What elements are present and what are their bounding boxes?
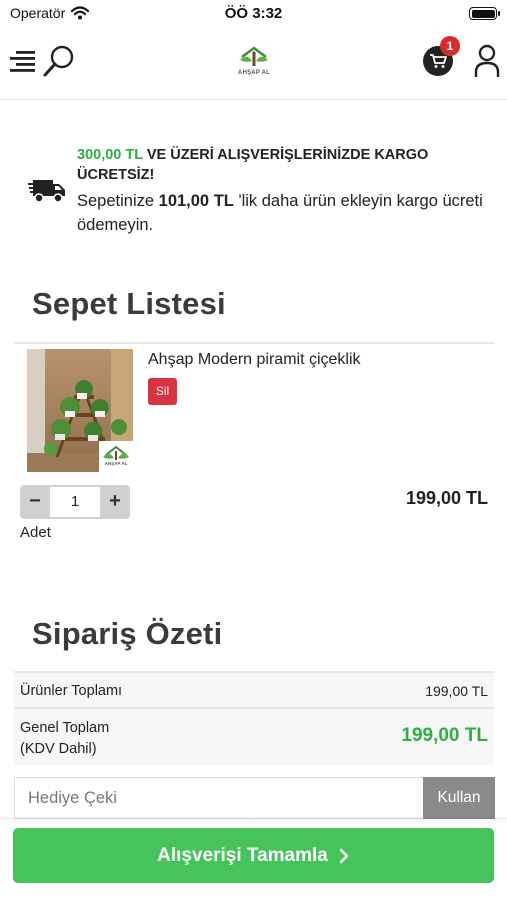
grand-total-row: Genel Toplam (KDV Dahil) 199,00 TL bbox=[14, 707, 494, 765]
brand-logo[interactable]: AHŞAP AL bbox=[234, 45, 274, 81]
app-header: AHŞAP AL 1 bbox=[0, 28, 507, 100]
quantity-stepper: − 1 + bbox=[20, 485, 130, 519]
grand-total-label: Genel Toplam (KDV Dahil) bbox=[20, 718, 109, 760]
order-summary-title: Sipariş Özeti bbox=[32, 616, 223, 651]
shipping-title: 300,00 TL VE ÜZERİ ALIŞVERİŞLERİNİZDE KA… bbox=[77, 145, 477, 185]
gift-card-field: Kullan bbox=[14, 777, 495, 819]
cart-divider bbox=[14, 342, 494, 344]
grand-total-label-line2: (KDV Dahil) bbox=[20, 741, 97, 757]
user-icon[interactable] bbox=[474, 44, 500, 78]
status-time: ÖÖ 3:32 bbox=[224, 5, 283, 22]
gift-card-apply-button[interactable]: Kullan bbox=[423, 777, 495, 819]
shipping-message: Sepetinize 101,00 TL 'lik daha ürün ekle… bbox=[77, 189, 487, 237]
quantity-input[interactable]: 1 bbox=[50, 487, 100, 517]
checkout-bar-shadow bbox=[0, 817, 507, 825]
order-summary-table: Ürünler Toplamı 199,00 TL Genel Toplam (… bbox=[14, 671, 494, 765]
grand-total-value: 199,00 TL bbox=[401, 725, 488, 746]
menu-icon[interactable] bbox=[10, 50, 36, 74]
search-icon[interactable] bbox=[42, 44, 76, 78]
grand-total-label-line1: Genel Toplam bbox=[20, 720, 110, 736]
shipping-message-prefix: Sepetinize bbox=[77, 192, 159, 210]
quantity-increase-button[interactable]: + bbox=[100, 485, 130, 519]
cart-icon bbox=[430, 54, 447, 68]
chevron-right-icon bbox=[339, 848, 349, 863]
delete-item-button[interactable]: Sil bbox=[148, 378, 177, 405]
free-shipping-notice: 300,00 TL VE ÜZERİ ALIŞVERİŞLERİNİZDE KA… bbox=[24, 143, 484, 243]
truck-icon bbox=[28, 180, 65, 203]
cart-list-title: Sepet Listesi bbox=[32, 286, 226, 321]
shipping-threshold: 300,00 TL bbox=[77, 147, 143, 163]
checkout-button-label: Alışverişi Tamamla bbox=[157, 844, 328, 866]
status-bar: Operatör ÖÖ 3:32 bbox=[0, 0, 507, 28]
planter-photo bbox=[27, 349, 133, 472]
shipping-missing-amount: 101,00 TL bbox=[158, 192, 234, 210]
battery-icon bbox=[469, 7, 500, 20]
quantity-label: Adet bbox=[20, 524, 51, 541]
product-image[interactable]: AHŞAP AL bbox=[27, 349, 133, 472]
product-image-logo-text: AHŞAP AL bbox=[104, 461, 128, 466]
gift-card-input[interactable] bbox=[15, 778, 423, 818]
subtotal-label: Ürünler Toplamı bbox=[20, 683, 123, 699]
item-price: 199,00 TL bbox=[405, 488, 488, 508]
subtotal-row: Ürünler Toplamı 199,00 TL bbox=[14, 671, 494, 707]
product-name[interactable]: Ahşap Modern piramit çiçeklik bbox=[148, 351, 361, 369]
logo-house-icon bbox=[240, 46, 268, 66]
subtotal-value: 199,00 TL bbox=[425, 683, 488, 699]
checkout-button[interactable]: Alışverişi Tamamla bbox=[13, 828, 494, 883]
cart-count-badge: 1 bbox=[440, 36, 460, 56]
logo-text: AHŞAP AL bbox=[238, 70, 270, 76]
quantity-decrease-button[interactable]: − bbox=[20, 485, 50, 519]
